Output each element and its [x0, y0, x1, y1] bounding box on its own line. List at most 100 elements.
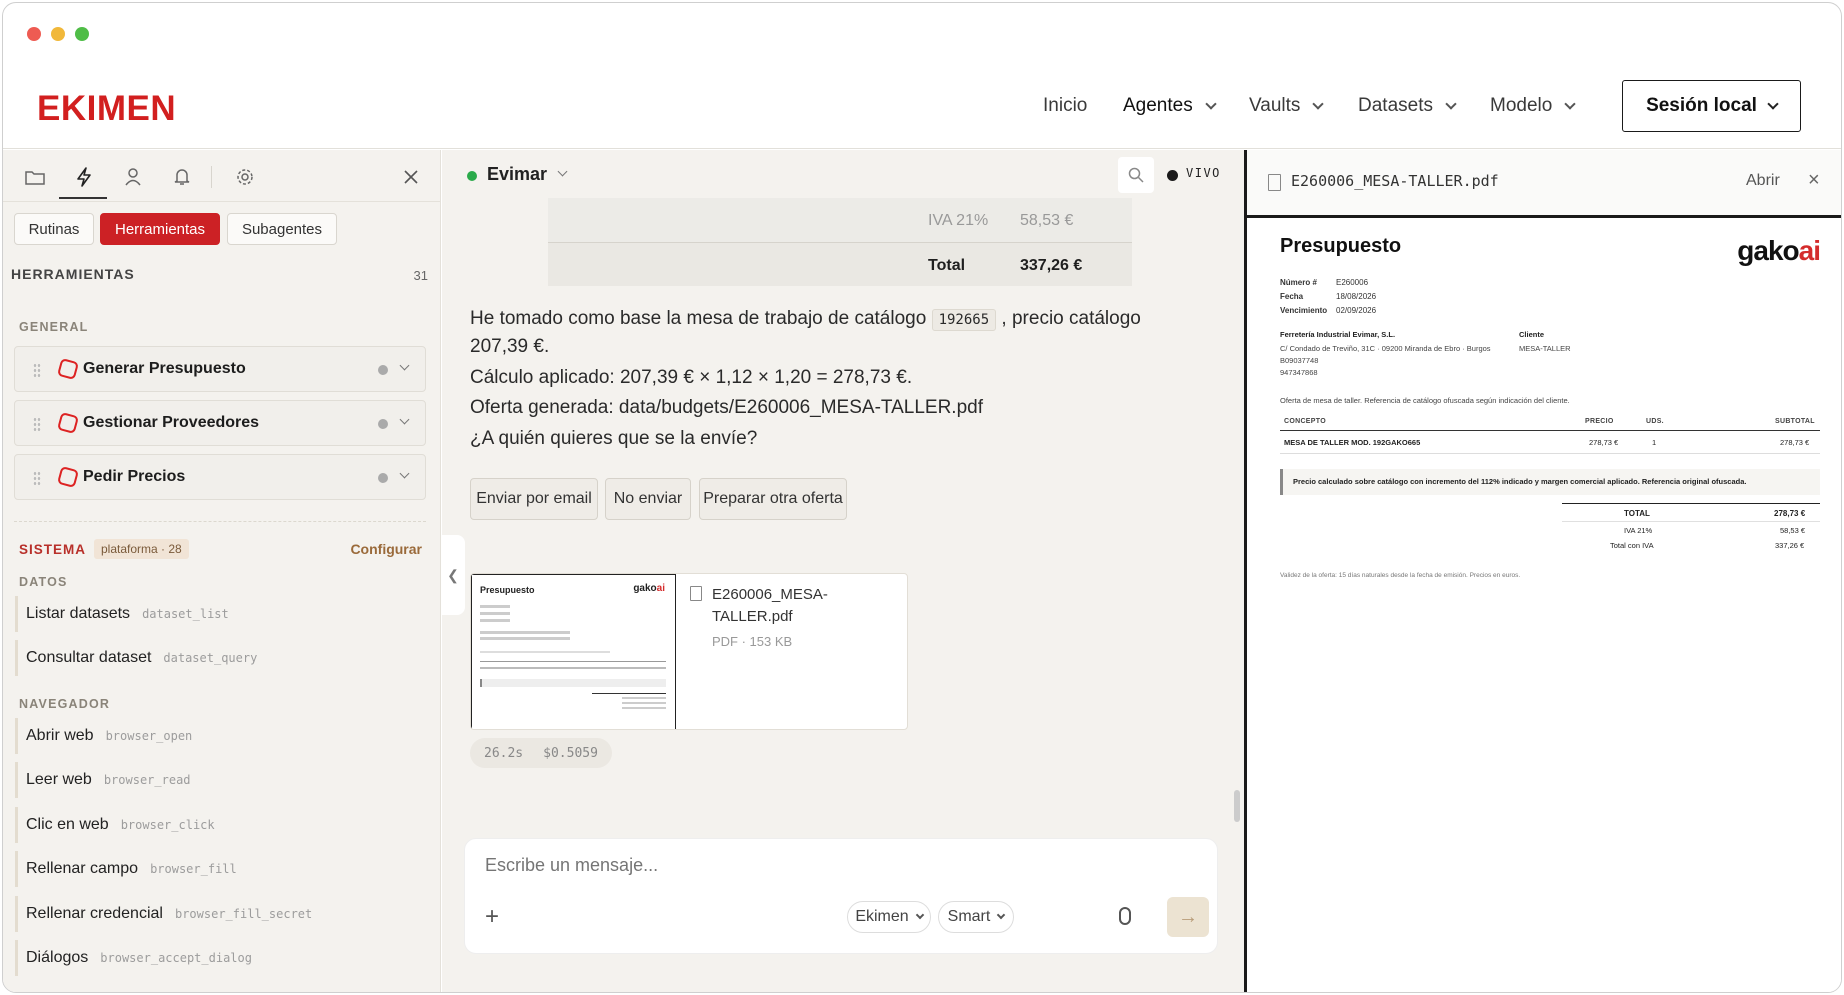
tab-rutinas[interactable]: Rutinas	[14, 213, 94, 245]
nav-modelo[interactable]: Modelo	[1490, 95, 1576, 117]
add-attachment-button[interactable]: +	[485, 903, 499, 931]
drag-handle-icon[interactable]	[33, 363, 41, 377]
app-window: EKIMEN Inicio Agentes Vaults Datasets Mo…	[2, 2, 1842, 993]
tool-code: dataset_query	[163, 651, 258, 665]
chevron-down-icon	[1767, 97, 1779, 110]
tool-browser-fill-secret[interactable]: Rellenar credencial browser_fill_secret	[15, 896, 427, 932]
group-datos-label: DATOS	[19, 575, 68, 589]
tool-pedir-precios[interactable]: Pedir Precios	[14, 454, 426, 500]
tool-dataset-list[interactable]: Listar datasets dataset_list	[15, 596, 427, 632]
agent-selector[interactable]: Evimar	[487, 164, 547, 185]
send-button[interactable]: →	[1167, 897, 1209, 937]
message-text: , precio catálogo	[996, 308, 1141, 329]
tools-sidebar: Rutinas Herramientas Subagentes HERRAMIE…	[3, 150, 441, 992]
tool-icon	[56, 411, 80, 435]
system-label: SISTEMA	[19, 542, 87, 557]
prepare-another-button[interactable]: Preparar otra oferta	[699, 478, 847, 520]
company-name: Ferretería Industrial Evimar, S.L.	[1280, 330, 1396, 339]
total-label: TOTAL	[1624, 509, 1650, 518]
folder-icon[interactable]	[24, 166, 46, 188]
thumb-title: Presupuesto	[480, 585, 535, 595]
tool-code: browser_fill	[150, 862, 237, 876]
tool-code: browser_fill_secret	[174, 907, 313, 921]
status-dot	[378, 365, 388, 375]
thumb-logo-text: gako	[633, 583, 657, 594]
open-button[interactable]: Abrir	[1746, 172, 1780, 190]
tab-herramientas[interactable]: Herramientas	[100, 213, 220, 245]
tool-browser-open[interactable]: Abrir web browser_open	[15, 718, 427, 754]
tool-icon	[56, 357, 80, 381]
section-title: HERRAMIENTAS	[11, 266, 135, 282]
nav-label: Inicio	[1043, 95, 1088, 116]
close-icon[interactable]	[400, 166, 422, 188]
search-button[interactable]	[1118, 157, 1154, 193]
maximize-window-button[interactable]	[75, 27, 89, 41]
ekimen-logo[interactable]: EKIMEN	[37, 89, 176, 129]
message-composer: + Ekimen Smart →	[464, 838, 1218, 954]
preview-filename: E260006_MESA-TALLER.pdf	[1291, 172, 1499, 190]
table-rule	[1280, 453, 1820, 454]
send-email-button[interactable]: Enviar por email	[470, 478, 598, 520]
group-general-label: GENERAL	[19, 320, 89, 334]
status-dot	[378, 419, 388, 429]
nav-inicio[interactable]: Inicio	[1043, 95, 1087, 117]
tool-generar-presupuesto[interactable]: Generar Presupuesto	[14, 346, 426, 392]
message-text: He tomado como base la mesa de trabajo d…	[470, 308, 932, 329]
col-price: PRECIO	[1585, 418, 1614, 425]
microphone-icon[interactable]	[1119, 907, 1131, 925]
settings-icon[interactable]	[234, 166, 256, 188]
user-icon[interactable]	[122, 166, 144, 188]
close-window-button[interactable]	[27, 27, 41, 41]
configure-link[interactable]: Configurar	[350, 541, 422, 557]
session-label: Sesión local	[1646, 95, 1757, 116]
tool-label: Pedir Precios	[83, 468, 186, 485]
nav-agentes[interactable]: Agentes	[1123, 95, 1217, 117]
tab-subagentes[interactable]: Subagentes	[227, 213, 337, 245]
chevron-down-icon	[1312, 97, 1325, 110]
tool-browser-click[interactable]: Clic en web browser_click	[15, 807, 427, 843]
logo-text: gako	[1737, 235, 1799, 266]
drag-handle-icon[interactable]	[33, 471, 41, 485]
total-iva-value: 337,26 €	[1775, 541, 1805, 550]
chevron-down-icon[interactable]	[399, 468, 410, 479]
bolt-icon[interactable]	[73, 166, 95, 188]
tool-browser-accept-dialog[interactable]: Diálogos browser_accept_dialog	[15, 940, 427, 976]
col-concept: CONCEPTO	[1284, 418, 1326, 425]
chevron-down-icon[interactable]	[399, 360, 410, 371]
do-not-send-button[interactable]: No enviar	[605, 478, 691, 520]
row-qty: 1	[1652, 438, 1657, 447]
pdf-attachment-card[interactable]: Presupuesto gakoai E260006_MESA-TALLER.p…	[470, 573, 908, 730]
pdf-thumbnail[interactable]: Presupuesto gakoai	[471, 574, 676, 729]
message-input[interactable]	[485, 855, 1185, 876]
minimize-window-button[interactable]	[51, 27, 65, 41]
tool-label: Listar datasets	[26, 605, 131, 622]
tool-label: Abrir web	[26, 727, 94, 744]
client-label: Cliente	[1519, 330, 1545, 339]
thumb-line	[480, 651, 610, 653]
close-icon[interactable]: ×	[1808, 169, 1820, 192]
bell-icon[interactable]	[171, 166, 193, 188]
thumb-line	[480, 631, 570, 634]
tool-browser-read[interactable]: Leer web browser_read	[15, 762, 427, 798]
tool-browser-fill[interactable]: Rellenar campo browser_fill	[15, 851, 427, 887]
live-indicator-dot	[1167, 170, 1178, 181]
iva-value: 58,53 €	[1780, 526, 1806, 535]
message-text: Cálculo aplicado: 207,39 € × 1,12 × 1,20…	[470, 367, 913, 388]
chevron-down-icon[interactable]	[557, 166, 568, 177]
attachment-name[interactable]: E260006_MESA-TALLER.pdf	[712, 584, 882, 628]
tool-gestionar-proveedores[interactable]: Gestionar Proveedores	[14, 400, 426, 446]
chevron-down-icon[interactable]	[399, 414, 410, 425]
row-value: 337,26 €	[1020, 257, 1083, 274]
agent-pill[interactable]: Ekimen	[847, 901, 931, 933]
session-button[interactable]: Sesión local	[1622, 80, 1801, 132]
drag-handle-icon[interactable]	[33, 417, 41, 431]
collapse-sidebar-button[interactable]: ❮	[441, 535, 465, 615]
nav-datasets[interactable]: Datasets	[1358, 95, 1457, 117]
section-divider	[14, 521, 426, 522]
scrollbar-thumb[interactable]	[1234, 790, 1240, 822]
tool-dataset-query[interactable]: Consultar dataset dataset_query	[15, 640, 427, 676]
mode-pill[interactable]: Smart	[938, 901, 1014, 933]
client-name: MESA-TALLER	[1519, 344, 1571, 353]
nav-vaults[interactable]: Vaults	[1249, 95, 1325, 117]
cost: $0.5059	[543, 745, 598, 761]
